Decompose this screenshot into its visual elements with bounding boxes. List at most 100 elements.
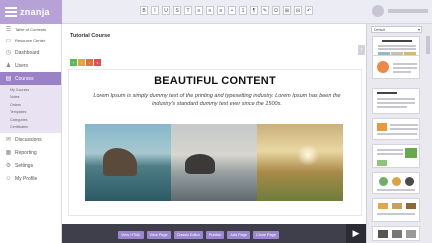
italic-button[interactable]: I xyxy=(151,6,159,15)
chat-icon: ✉ xyxy=(5,137,12,143)
special-char-button[interactable]: Ω xyxy=(272,6,280,15)
sidebar: ☰ Table of Contents ▭ Resource Center ◷ … xyxy=(0,24,62,243)
sidebar-item-courses[interactable]: ▤ Courses xyxy=(0,72,61,85)
sidebar-item-discussions[interactable]: ✉ Discussions xyxy=(0,133,61,146)
align-center-button[interactable]: ≡ xyxy=(206,6,214,15)
play-icon[interactable]: ▶ xyxy=(346,224,366,243)
users-icon: ♟ xyxy=(5,63,12,69)
undo-button[interactable]: ↶ xyxy=(305,6,313,15)
bold-button[interactable]: B xyxy=(140,6,148,15)
sidebar-item-label: Dashboard xyxy=(15,49,40,56)
action-bar: View HTML View Page Classic Editor Publi… xyxy=(62,224,366,243)
template-thumbnail[interactable] xyxy=(372,118,420,140)
align-left-button[interactable]: ≡ xyxy=(195,6,203,15)
color-button-yellow[interactable]: ↑ xyxy=(78,59,85,66)
sidebar-item-reporting[interactable]: ▦ Reporting xyxy=(0,146,61,159)
chart-icon: ▦ xyxy=(5,150,12,156)
user-name-placeholder xyxy=(388,9,428,13)
submenu-item-orders[interactable]: Orders xyxy=(0,101,61,109)
chevron-right-icon[interactable]: › xyxy=(358,45,365,55)
template-thumbnail[interactable] xyxy=(372,88,420,114)
thumb-text-line xyxy=(377,133,417,135)
sidebar-item-label: Resource Center xyxy=(15,38,46,43)
sidebar-item-users[interactable]: ♟ Users xyxy=(0,59,61,72)
strikethrough-button[interactable]: S xyxy=(173,6,181,15)
submenu-item-notes[interactable]: Notes xyxy=(0,94,61,102)
remove-table-button[interactable]: ⊟ xyxy=(294,6,302,15)
thumb-image xyxy=(377,123,387,131)
sidebar-item-label: Users xyxy=(15,62,29,69)
text-style-button[interactable]: T xyxy=(184,6,192,15)
sidebar-item-label: Table of Contents xyxy=(15,27,47,32)
chevron-down-icon: ▾ xyxy=(417,27,420,32)
courses-submenu: My Courses Notes Orders Templates Catego… xyxy=(0,85,61,133)
gallery-image-coast[interactable] xyxy=(85,124,171,201)
page-title: Tutorial Course xyxy=(70,33,111,39)
thumb-text-line xyxy=(393,67,417,69)
numbered-list-button[interactable]: 1 xyxy=(239,6,247,15)
template-thumbnail[interactable] xyxy=(372,144,420,168)
gallery-image-sunset-field[interactable] xyxy=(257,124,343,201)
insert-table-button[interactable]: ⊞ xyxy=(283,6,291,15)
template-thumbnail[interactable] xyxy=(372,226,420,241)
menu-icon[interactable] xyxy=(5,7,17,17)
thumb-text-line xyxy=(377,189,415,191)
user-menu[interactable] xyxy=(372,5,428,17)
submenu-item-templates[interactable]: Templates xyxy=(0,109,61,117)
color-button-red[interactable]: × xyxy=(94,59,101,66)
image-gallery[interactable] xyxy=(85,124,343,201)
thumb-text-line xyxy=(378,48,416,50)
avatar[interactable] xyxy=(372,5,384,17)
top-bar: znanja B I U S T ≡ ≡ ≡ • 1 ¶ ✎ Ω ⊞ ⊟ ↶ xyxy=(0,0,432,24)
paragraph-button[interactable]: ¶ xyxy=(250,6,258,15)
thumb-image xyxy=(405,148,417,158)
content-body-text[interactable]: Lorem Ipsum is simply dummy text of the … xyxy=(83,92,351,108)
edit-button[interactable]: ✎ xyxy=(261,6,269,15)
sidebar-item-label: My Profile xyxy=(15,175,38,182)
bullet-list-button[interactable]: • xyxy=(228,6,236,15)
template-thumbnail[interactable] xyxy=(372,55,420,79)
thumb-image xyxy=(379,177,388,186)
thumb-image xyxy=(392,177,401,186)
template-thumbnail[interactable] xyxy=(372,172,420,194)
view-html-button[interactable]: View HTML xyxy=(118,231,144,239)
gallery-image-rocks[interactable] xyxy=(171,124,257,201)
user-icon: ☺ xyxy=(5,175,12,182)
editor-area: Tutorial Course + ↑ ↓ × BEAUTIFUL CONTEN… xyxy=(62,24,366,224)
thumb-image xyxy=(392,230,402,238)
template-select[interactable]: Default ▾ xyxy=(371,26,422,33)
color-button-green[interactable]: + xyxy=(70,59,77,66)
template-select-value: Default xyxy=(374,27,386,32)
thumb-image xyxy=(406,230,416,238)
submenu-item-my-courses[interactable]: My Courses xyxy=(0,86,61,94)
sidebar-item-resource-center[interactable]: ▭ Resource Center xyxy=(0,35,61,46)
clone-page-button[interactable]: Clone Page xyxy=(253,231,279,239)
sidebar-item-my-profile[interactable]: ☺ My Profile xyxy=(0,172,61,185)
view-page-button[interactable]: View Page xyxy=(146,231,171,239)
sidebar-item-settings[interactable]: ⚙ Settings xyxy=(0,159,61,172)
underline-button[interactable]: U xyxy=(162,6,170,15)
sidebar-item-dashboard[interactable]: ◷ Dashboard xyxy=(0,46,61,59)
thumb-image xyxy=(392,203,402,209)
sidebar-item-label: Discussions xyxy=(15,136,42,143)
add-page-button[interactable]: Add Page xyxy=(227,231,251,239)
template-thumbnail[interactable] xyxy=(372,198,420,222)
submenu-item-categories[interactable]: Categories xyxy=(0,116,61,124)
submenu-item-certificates[interactable]: Certificates xyxy=(0,124,61,132)
content-headline[interactable]: BEAUTIFUL CONTENT xyxy=(69,75,361,87)
thumb-text-line xyxy=(377,153,403,155)
sidebar-item-table-of-contents[interactable]: ☰ Table of Contents xyxy=(0,24,61,35)
thumb-text-line xyxy=(377,106,407,108)
thumb-text-line xyxy=(390,128,418,130)
thumb-image xyxy=(377,160,387,166)
brand-logo[interactable]: znanja xyxy=(0,0,62,24)
classic-editor-button[interactable]: Classic Editor xyxy=(173,231,203,239)
content-block[interactable]: BEAUTIFUL CONTENT Lorem Ipsum is simply … xyxy=(68,69,362,216)
align-right-button[interactable]: ≡ xyxy=(217,6,225,15)
publish-button[interactable]: Publish xyxy=(205,231,225,239)
list-icon: ☰ xyxy=(5,27,12,33)
thumb-image xyxy=(378,230,388,238)
color-button-orange[interactable]: ↓ xyxy=(86,59,93,66)
folder-icon: ▭ xyxy=(5,38,12,44)
panel-scrollbar[interactable] xyxy=(426,36,430,54)
